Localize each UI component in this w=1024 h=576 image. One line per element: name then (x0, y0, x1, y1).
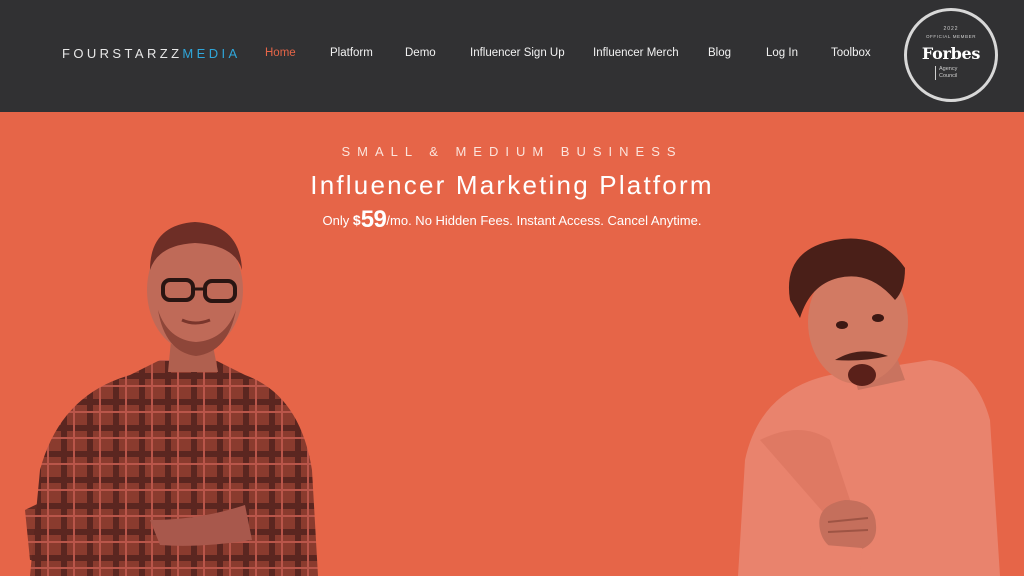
right-person-photo (738, 238, 1000, 576)
